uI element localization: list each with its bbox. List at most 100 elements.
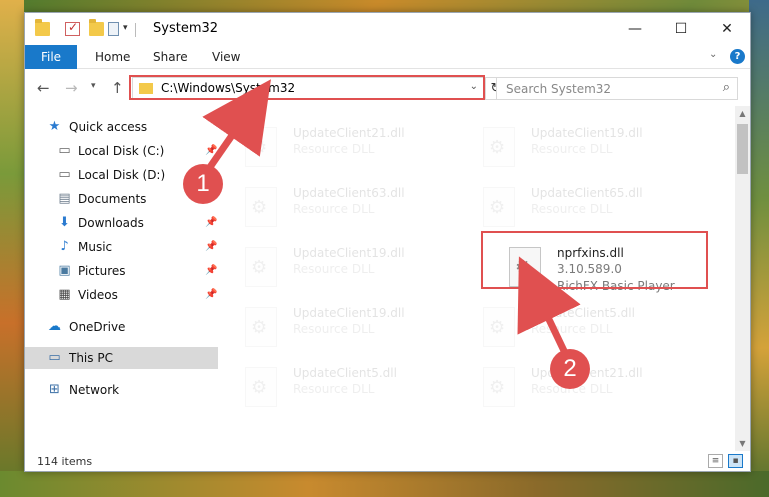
nav-item-label: Pictures — [78, 264, 126, 278]
up-arrow-icon[interactable]: ↑ — [111, 79, 124, 97]
large-icons-view-icon[interactable]: ▪ — [728, 454, 743, 468]
file-item[interactable]: UpdateClient19.dll Resource DLL — [218, 240, 448, 292]
nav-item-onedrive[interactable]: ☁ OneDrive — [25, 316, 218, 338]
dll-file-icon — [245, 367, 277, 407]
nav-item-label: Music — [78, 240, 113, 254]
file-type: Resource DLL — [293, 262, 375, 276]
tab-view[interactable]: View — [212, 45, 240, 69]
nav-item-quick-access[interactable]: ★ Quick access — [25, 116, 218, 138]
file-item[interactable]: UpdateClient65.dll Resource DLL — [456, 180, 686, 232]
tab-file[interactable]: File — [25, 45, 77, 69]
videos-icon: ▦ — [58, 287, 71, 302]
folder-icon — [35, 19, 50, 36]
scroll-up-icon[interactable]: ▲ — [735, 106, 750, 121]
forward-arrow-icon[interactable]: → — [65, 79, 78, 97]
file-type: Resource DLL — [531, 202, 613, 216]
title-separator — [135, 23, 136, 37]
drive-icon: ▭ — [58, 143, 71, 158]
dll-file-icon — [245, 247, 277, 287]
nav-item-label: Quick access — [69, 120, 148, 134]
search-placeholder: Search System32 — [506, 82, 612, 96]
status-bar: 114 items ≡ ▪ — [25, 451, 750, 471]
file-type: Resource DLL — [531, 142, 613, 156]
navigation-pane: ★ Quick access ▭ Local Disk (C:) 📌 ▭ Loc… — [25, 106, 218, 451]
pin-icon[interactable]: 📌 — [205, 145, 217, 156]
window-title: System32 — [153, 21, 219, 36]
new-folder-icon[interactable] — [89, 19, 104, 36]
pictures-icon: ▣ — [58, 263, 71, 278]
pin-icon[interactable]: 📌 — [205, 265, 217, 276]
file-name: UpdateClient19.dll — [293, 306, 405, 320]
computer-icon: ▭ — [48, 350, 61, 365]
file-type: Resource DLL — [293, 382, 375, 396]
pin-icon[interactable]: 📌 — [205, 241, 217, 252]
file-highlight-box — [481, 231, 708, 289]
nav-item-label: This PC — [69, 351, 113, 365]
dll-file-icon — [483, 127, 515, 167]
dll-file-icon — [245, 307, 277, 347]
nav-item-music[interactable]: ♪ Music 📌 — [25, 236, 218, 258]
cloud-icon: ☁ — [48, 319, 61, 334]
scroll-down-icon[interactable]: ▼ — [735, 436, 750, 451]
properties-check-icon[interactable] — [65, 20, 80, 36]
nav-item-videos[interactable]: ▦ Videos 📌 — [25, 284, 218, 306]
documents-icon: ▤ — [58, 191, 71, 206]
file-item[interactable]: UpdateClient5.dll Resource DLL — [456, 300, 686, 352]
back-arrow-icon[interactable]: ← — [37, 79, 50, 97]
nav-item-label: Network — [69, 383, 120, 397]
file-name: UpdateClient63.dll — [293, 186, 405, 200]
desktop-background-left — [0, 0, 24, 497]
details-view-icon[interactable]: ≡ — [708, 454, 723, 468]
file-name: UpdateClient19.dll — [293, 246, 405, 260]
pin-icon[interactable]: 📌 — [205, 217, 217, 228]
nav-item-this-pc[interactable]: ▭ This PC — [25, 347, 218, 369]
pin-icon[interactable]: 📌 — [205, 289, 217, 300]
minimize-button[interactable]: — — [612, 13, 658, 45]
file-item[interactable]: UpdateClient21.dll Resource DLL — [218, 120, 448, 172]
quick-access-dropdown-icon[interactable]: ▾ — [123, 23, 128, 33]
nav-item-label: Downloads — [78, 216, 144, 230]
help-icon[interactable]: ? — [730, 49, 745, 64]
step-callout-1: 1 — [183, 164, 223, 204]
tab-share[interactable]: Share — [153, 45, 188, 69]
customize-icon[interactable] — [108, 22, 119, 36]
recent-locations-icon[interactable]: ▾ — [91, 81, 96, 91]
star-icon: ★ — [48, 119, 61, 134]
dll-file-icon — [483, 187, 515, 227]
download-icon: ⬇ — [59, 215, 70, 230]
address-highlight-box — [129, 75, 485, 100]
dll-file-icon — [483, 367, 515, 407]
search-icon[interactable]: ⌕ — [723, 80, 730, 95]
expand-ribbon-icon[interactable]: ⌄ — [709, 49, 717, 60]
title-bar: ▾ System32 — ☐ ✕ — [25, 13, 750, 45]
file-name: UpdateClient21.dll — [293, 126, 405, 140]
tab-home[interactable]: Home — [95, 45, 130, 69]
file-item[interactable]: UpdateClient19.dll Resource DLL — [456, 120, 686, 172]
close-button[interactable]: ✕ — [704, 13, 750, 45]
item-count: 114 items — [37, 455, 93, 468]
nav-item-downloads[interactable]: ⬇ Downloads 📌 — [25, 212, 218, 234]
file-item[interactable]: UpdateClient63.dll Resource DLL — [218, 180, 448, 232]
nav-item-network[interactable]: ⊞ Network — [25, 379, 218, 401]
desktop-background-right — [749, 0, 769, 497]
file-item[interactable]: UpdateClient5.dll Resource DLL — [218, 360, 448, 412]
file-type: Resource DLL — [293, 142, 375, 156]
file-name: UpdateClient5.dll — [293, 366, 397, 380]
search-input[interactable]: Search System32 ⌕ — [496, 77, 738, 100]
file-type: Resource DLL — [293, 202, 375, 216]
dll-file-icon — [245, 187, 277, 227]
maximize-button[interactable]: ☐ — [658, 13, 704, 45]
nav-item-pictures[interactable]: ▣ Pictures 📌 — [25, 260, 218, 282]
file-name: UpdateClient5.dll — [531, 306, 635, 320]
nav-item-local-disk-c[interactable]: ▭ Local Disk (C:) 📌 — [25, 140, 218, 162]
drive-icon: ▭ — [58, 167, 71, 182]
vertical-scrollbar[interactable]: ▲ ▼ — [735, 106, 750, 451]
nav-item-label: Videos — [78, 288, 118, 302]
file-item[interactable]: UpdateClient19.dll Resource DLL — [218, 300, 448, 352]
scroll-thumb[interactable] — [737, 124, 748, 174]
nav-item-label: Documents — [78, 192, 147, 206]
nav-item-label: Local Disk (C:) — [78, 144, 165, 158]
nav-item-label: Local Disk (D:) — [78, 168, 166, 182]
music-icon: ♪ — [60, 239, 69, 254]
file-type: Resource DLL — [531, 322, 613, 336]
